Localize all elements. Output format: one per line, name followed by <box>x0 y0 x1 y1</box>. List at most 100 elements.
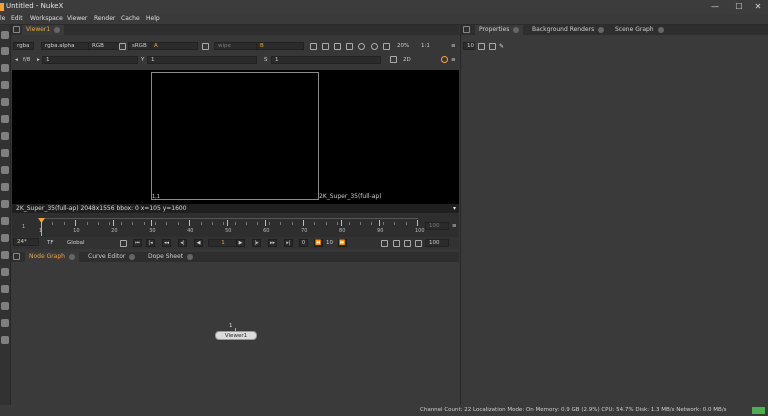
roi-select-icon[interactable] <box>390 56 397 63</box>
close-tab-icon[interactable] <box>513 26 520 33</box>
step-back-button[interactable]: ◂| <box>178 239 187 247</box>
play-forward-button[interactable]: ▶ <box>236 239 245 247</box>
zoom-dropdown[interactable]: 20% <box>397 42 409 50</box>
in-out-icon[interactable] <box>120 240 127 247</box>
furnace-tool-icon[interactable] <box>1 302 9 310</box>
filter-tool-icon[interactable] <box>1 115 9 123</box>
input-a-dropdown[interactable]: A <box>150 42 198 50</box>
next-keyframe-button[interactable]: ▸| <box>284 239 293 247</box>
pane-menu-icon[interactable] <box>13 253 20 260</box>
close-tab-icon[interactable] <box>129 253 136 260</box>
views-tool-icon[interactable] <box>1 200 9 208</box>
tab-scene-graph[interactable]: Scene Graph <box>611 25 668 35</box>
clip-warning-icon[interactable] <box>346 43 353 50</box>
lock-range-icon[interactable] <box>404 240 411 247</box>
prev-increment-button[interactable]: ◂◂ <box>162 239 171 247</box>
refresh-icon[interactable] <box>358 43 365 50</box>
pane-menu-icon[interactable] <box>13 26 20 33</box>
fstop-arrows-icon[interactable]: ◂ <box>15 56 18 64</box>
tf-dropdown[interactable]: TF <box>47 239 54 247</box>
viewer-node[interactable]: Viewer1 <box>215 331 257 340</box>
roi-icon[interactable] <box>310 43 317 50</box>
wipe-icon[interactable] <box>202 43 209 50</box>
flipbook-icon[interactable] <box>381 240 388 247</box>
menu-file[interactable]: le <box>0 15 5 22</box>
close-button[interactable]: ✕ <box>748 1 768 13</box>
prev-keyframe-button[interactable]: |◂ <box>146 239 155 247</box>
image-tool-icon[interactable] <box>1 31 9 39</box>
ofx-tool-icon[interactable] <box>1 319 9 327</box>
viewer-menu-icon[interactable]: ≡ <box>451 42 456 50</box>
max-panels-field[interactable]: 10 <box>463 42 475 50</box>
deep-tool-icon[interactable] <box>1 251 9 259</box>
close-tab-icon[interactable] <box>68 253 75 260</box>
tab-background-renders[interactable]: Background Renders <box>528 25 608 35</box>
increment-field[interactable]: 10 <box>326 239 333 247</box>
other-tool-icon[interactable] <box>1 285 9 293</box>
pane-menu-icon[interactable] <box>463 26 470 33</box>
close-tab-icon[interactable] <box>54 26 61 33</box>
out-frame-field[interactable]: 100 <box>425 239 449 247</box>
pencil-icon[interactable]: ✎ <box>499 43 506 50</box>
lut-dropdown[interactable]: sRGB <box>128 42 151 50</box>
timeline-end-field[interactable]: 100 <box>425 222 449 230</box>
timeline-menu-icon[interactable]: ≡ <box>452 222 457 230</box>
wipe-dropdown[interactable]: wipe <box>214 42 260 50</box>
viewer-options-icon[interactable]: ≡ <box>451 56 456 64</box>
alpha-channel-dropdown[interactable]: rgba.alpha <box>41 42 95 50</box>
menu-cache[interactable]: Cache <box>121 15 140 22</box>
channel-tool-icon[interactable] <box>1 81 9 89</box>
gain-arrow-icon[interactable]: ▸ <box>37 56 40 64</box>
metadata-tool-icon[interactable] <box>1 217 9 225</box>
skip-forward-icon[interactable]: ⏩ <box>338 239 347 247</box>
tab-curve-editor[interactable]: Curve Editor <box>84 252 139 262</box>
merge-tool-icon[interactable] <box>1 149 9 157</box>
loop-button[interactable]: 0 <box>299 239 308 247</box>
channels-dropdown[interactable]: rgba <box>13 42 34 50</box>
menu-viewer[interactable]: Viewer <box>67 15 87 22</box>
pause-viewer-icon[interactable] <box>371 43 378 50</box>
tab-viewer1[interactable]: Viewer1 <box>22 25 65 35</box>
next-increment-button[interactable]: ▸▸ <box>268 239 277 247</box>
play-backward-button[interactable]: ◀ <box>194 239 203 247</box>
lock-viewer-icon[interactable] <box>383 43 390 50</box>
float-panel-icon[interactable] <box>489 43 496 50</box>
saturation-field[interactable]: 1 <box>271 56 381 64</box>
plugin-tool-icon[interactable] <box>1 336 9 344</box>
export-icon[interactable] <box>415 240 422 247</box>
proxy-icon[interactable] <box>322 43 329 50</box>
color-tool-icon[interactable] <box>1 98 9 106</box>
input-b-dropdown[interactable]: B <box>256 42 304 50</box>
menu-workspace[interactable]: Workspace <box>30 15 63 22</box>
gain-field[interactable]: 1 <box>42 56 138 64</box>
close-tab-icon[interactable] <box>657 26 664 33</box>
toolsets-icon[interactable] <box>1 268 9 276</box>
3d-tool-icon[interactable] <box>1 183 9 191</box>
fstop-label[interactable]: f/8 <box>23 56 30 64</box>
keyer-tool-icon[interactable] <box>1 132 9 140</box>
menu-help[interactable]: Help <box>146 15 160 22</box>
close-tab-icon[interactable] <box>598 26 605 33</box>
tab-node-graph[interactable]: Node Graph <box>25 252 79 262</box>
menu-edit[interactable]: Edit <box>11 15 23 22</box>
overlay-icon[interactable] <box>334 43 341 50</box>
tab-properties[interactable]: Properties <box>475 25 524 35</box>
lut-icon[interactable] <box>119 43 126 50</box>
clear-panels-icon[interactable] <box>478 43 485 50</box>
particles-tool-icon[interactable] <box>1 234 9 242</box>
maximize-button[interactable]: ☐ <box>729 1 749 13</box>
ratio-dropdown[interactable]: 1:1 <box>421 42 430 50</box>
close-tab-icon[interactable] <box>187 253 194 260</box>
menu-render[interactable]: Render <box>94 15 115 22</box>
goto-start-button[interactable]: ⏮ <box>133 239 142 247</box>
skip-back-icon[interactable]: ⏪ <box>314 239 323 247</box>
cache-icon[interactable] <box>393 240 400 247</box>
range-mode-dropdown[interactable]: Global <box>67 239 85 247</box>
ip-icon[interactable] <box>441 56 448 63</box>
tab-dope-sheet[interactable]: Dope Sheet <box>144 252 197 262</box>
fps-dropdown[interactable]: 24* <box>13 238 39 246</box>
step-forward-button[interactable]: |▸ <box>252 239 261 247</box>
colorspace-dropdown[interactable]: RGB <box>88 42 120 50</box>
transform-tool-icon[interactable] <box>1 166 9 174</box>
time-tool-icon[interactable] <box>1 64 9 72</box>
